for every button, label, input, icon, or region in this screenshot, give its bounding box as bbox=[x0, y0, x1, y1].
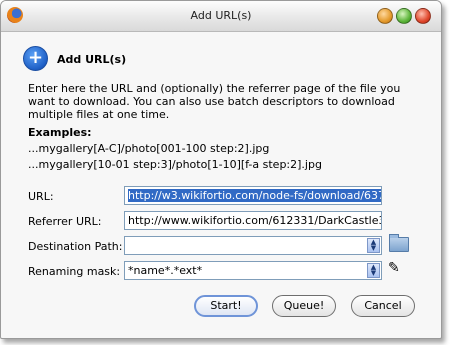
description-text: Enter here the URL and (optionally) the … bbox=[28, 82, 401, 121]
dialog-heading: Add URL(s) bbox=[57, 53, 127, 66]
tags-icon[interactable]: ✎ bbox=[388, 260, 405, 277]
queue-button[interactable]: Queue! bbox=[272, 295, 336, 317]
url-input-value: http://w3.wikifortio.com/node-fs/downloa… bbox=[128, 189, 381, 202]
example-line: ...mygallery[10-01 step:3]/photo[1-10][f… bbox=[28, 158, 322, 171]
minimize-button[interactable] bbox=[377, 8, 393, 24]
add-plus-icon: + bbox=[23, 46, 48, 71]
renaming-dropdown-button[interactable]: ▲ ▼ bbox=[367, 263, 380, 278]
maximize-button[interactable] bbox=[396, 8, 412, 24]
destination-combobox[interactable]: ▲ ▼ bbox=[124, 236, 382, 255]
close-button[interactable] bbox=[415, 8, 431, 24]
referrer-label: Referrer URL: bbox=[28, 215, 102, 228]
url-input[interactable]: http://w3.wikifortio.com/node-fs/downloa… bbox=[124, 186, 382, 205]
renaming-label: Renaming mask: bbox=[28, 265, 121, 278]
start-button[interactable]: Start! bbox=[194, 295, 258, 317]
cancel-button[interactable]: Cancel bbox=[351, 295, 415, 317]
destination-dropdown-button[interactable]: ▲ ▼ bbox=[367, 238, 380, 253]
renaming-mask-combobox[interactable]: *name*.*ext* ▲ ▼ bbox=[124, 261, 382, 280]
url-label: URL: bbox=[28, 190, 54, 203]
referrer-input-value: http://www.wikifortio.com/612331/DarkCas… bbox=[128, 214, 381, 227]
destination-label: Destination Path: bbox=[28, 240, 123, 253]
folder-icon[interactable] bbox=[389, 234, 409, 252]
referrer-input[interactable]: http://www.wikifortio.com/612331/DarkCas… bbox=[124, 211, 382, 230]
window-title: Add URL(s) bbox=[190, 9, 252, 22]
add-url-dialog: Add URL(s) + Add URL(s) Enter here the U… bbox=[0, 0, 442, 339]
title-bar[interactable]: Add URL(s) bbox=[1, 1, 441, 32]
example-line: ...mygallery[A-C]/photo[001-100 step:2].… bbox=[28, 142, 270, 155]
examples-title: Examples: bbox=[28, 126, 92, 139]
renaming-mask-value: *name*.*ext* bbox=[128, 264, 203, 277]
